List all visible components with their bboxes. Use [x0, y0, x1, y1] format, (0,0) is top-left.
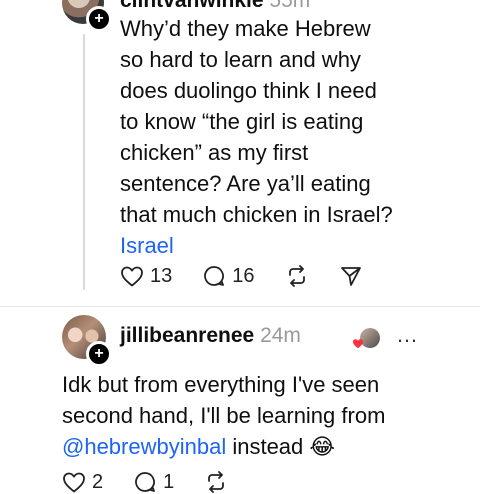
reply-button[interactable]: 1 [133, 470, 174, 494]
post-line: chicken” as my first [120, 140, 309, 165]
post-username[interactable]: clintvanwinkle 55m [120, 0, 310, 13]
follow-plus-icon[interactable]: + [86, 341, 112, 367]
comment-count: 16 [232, 264, 255, 287]
heart-icon [120, 265, 144, 287]
post-line: Why’d they make Hebrew [120, 16, 371, 41]
laughing-emoji: 😂 [309, 434, 336, 459]
red-heart-icon [352, 336, 364, 354]
like-count: 2 [92, 470, 104, 493]
topic-tag-link[interactable]: Israel [120, 230, 460, 261]
share-button[interactable] [339, 264, 363, 288]
comment-icon [133, 470, 157, 494]
follow-plus-icon[interactable]: + [86, 6, 112, 32]
repost-icon [285, 264, 309, 288]
repost-icon [204, 470, 228, 494]
post-line: to know “the girl is eating [120, 109, 364, 134]
comment-count: 1 [163, 470, 175, 493]
send-icon [339, 264, 363, 288]
heart-icon [62, 471, 86, 493]
post-line: second hand, I'll be learning from [62, 403, 386, 428]
post-username[interactable]: jillibeanrenee 24m [120, 324, 301, 348]
post-line: does duolingo think I need [120, 78, 377, 103]
like-button[interactable]: 2 [62, 471, 103, 494]
post-body: Idk but from everything I've seen second… [62, 369, 472, 462]
comment-icon [202, 264, 226, 288]
post-line: so hard to learn and why [120, 47, 361, 72]
post-line: sentence? Are ya’ll eating [120, 171, 371, 196]
like-button[interactable]: 13 [120, 265, 172, 288]
mention-link[interactable]: @hebrewbyinbal [62, 434, 226, 459]
thread-line [83, 34, 85, 290]
post-actions: 13 16 [120, 264, 363, 288]
post-time: 55m [269, 0, 311, 12]
post-time: 24m [260, 324, 301, 347]
repost-button[interactable] [204, 470, 228, 494]
post-line: @hebrewbyinbal instead 😂 [62, 434, 336, 459]
post-body: Why’d they make Hebrew so hard to learn … [120, 13, 460, 261]
post-line: Idk but from everything I've seen [62, 372, 380, 397]
more-options-icon[interactable]: … [396, 322, 419, 348]
reply-button[interactable]: 16 [202, 264, 255, 288]
post-actions: 2 1 [62, 470, 228, 494]
post-divider [0, 306, 480, 307]
repost-button[interactable] [285, 264, 309, 288]
like-count: 13 [150, 264, 173, 287]
liked-by-author-indicator [352, 328, 380, 352]
post-line: that much chicken in Israel? [120, 202, 393, 227]
